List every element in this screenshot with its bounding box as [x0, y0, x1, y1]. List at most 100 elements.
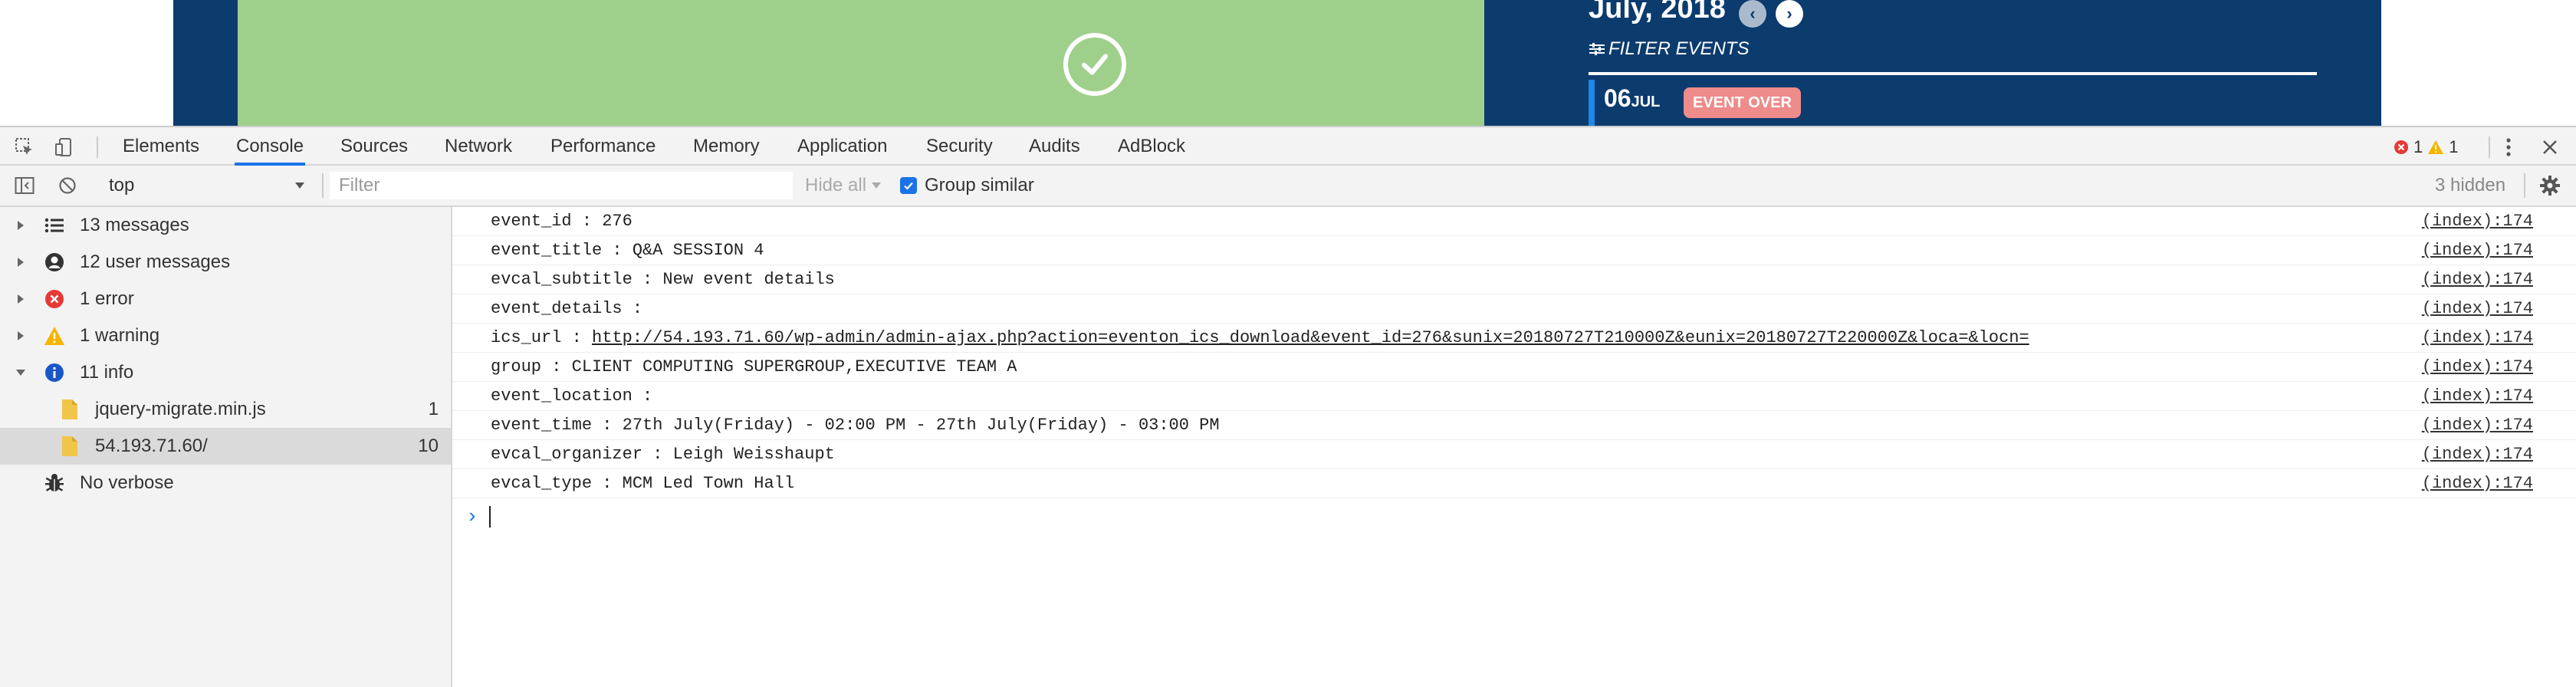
console-message-text: event_time : 27th July(Friday) - 02:00 P…: [491, 416, 1220, 435]
log-level-label: Hide all: [805, 175, 867, 196]
console-message: evcal_organizer : Leigh Weisshaupt (inde…: [452, 440, 2576, 469]
calendar-banner: [173, 0, 2381, 126]
devtools-tab-bar: Elements Console Sources Network Perform…: [0, 126, 2576, 166]
expand-arrow-icon: [15, 257, 26, 268]
device-toolbar-icon[interactable]: [52, 135, 77, 159]
sidebar-item-label: 1 warning: [80, 325, 160, 346]
event-date: 06JUL: [1604, 84, 1660, 113]
inspect-element-icon[interactable]: [12, 135, 37, 159]
sidebar-item-info[interactable]: 11 info: [0, 354, 451, 391]
toolbar-divider: [2489, 136, 2490, 158]
caret-down-icon: [295, 182, 304, 189]
sidebar-item-label: 54.193.71.60/: [95, 436, 208, 456]
file-icon: [58, 398, 81, 421]
console-message: event_location : (index):174: [452, 382, 2576, 411]
console-toolbar: top Hide all Group similar 3 hidden: [0, 166, 2576, 207]
filter-input[interactable]: [330, 172, 793, 199]
close-icon[interactable]: [2538, 135, 2562, 159]
expand-arrow-icon: [15, 330, 26, 341]
toolbar-divider: [2524, 173, 2525, 198]
tab-sources[interactable]: Sources: [339, 127, 409, 166]
sidebar-item-label: 13 messages: [80, 215, 189, 235]
sidebar-item-user-messages[interactable]: 12 user messages: [0, 244, 451, 281]
tab-memory[interactable]: Memory: [692, 127, 761, 166]
chevron-left-icon: ‹: [1750, 4, 1756, 23]
sidebar-item-messages[interactable]: 13 messages: [0, 207, 451, 244]
more-options-icon[interactable]: [2496, 135, 2521, 159]
filter-events-link[interactable]: FILTER EVENTS: [1589, 38, 1750, 60]
success-panel: [238, 0, 1484, 126]
checkbox-checked-icon: [900, 177, 917, 194]
sidebar-item-verbose[interactable]: No verbose: [0, 465, 451, 501]
tab-application[interactable]: Application: [796, 127, 889, 166]
console-message: evcal_type : MCM Led Town Hall (index):1…: [452, 469, 2576, 498]
console-message: event_title : Q&A SESSION 4 (index):174: [452, 236, 2576, 265]
event-status-badge: EVENT OVER: [1684, 87, 1801, 118]
error-icon: [43, 288, 66, 311]
source-link[interactable]: (index):174: [2422, 241, 2533, 260]
source-link[interactable]: (index):174: [2422, 328, 2533, 347]
sidebar-toggle-icon[interactable]: [12, 173, 37, 198]
console-message-text: event_details :: [491, 299, 653, 318]
source-link[interactable]: (index):174: [2422, 474, 2533, 493]
warning-icon: [43, 324, 66, 347]
source-link[interactable]: (index):174: [2422, 212, 2533, 231]
sidebar-item-jquery-migrate[interactable]: jquery-migrate.min.js 1: [0, 391, 451, 428]
source-link[interactable]: (index):174: [2422, 445, 2533, 464]
calendar-next-button[interactable]: ›: [1776, 0, 1803, 28]
console-message: group : CLIENT COMPUTING SUPERGROUP,EXEC…: [452, 353, 2576, 382]
context-selector-value: top: [109, 175, 135, 196]
sidebar-item-label: 1 error: [80, 288, 134, 309]
console-input-caret[interactable]: [489, 506, 491, 528]
source-link[interactable]: (index):174: [2422, 270, 2533, 289]
calendar-prev-button[interactable]: ‹: [1739, 0, 1766, 28]
message-count: 1: [428, 399, 439, 419]
hidden-messages-count: 3 hidden: [2435, 175, 2506, 196]
group-similar-label: Group similar: [925, 175, 1034, 196]
console-log: event_id : 276 (index):174 event_title :…: [452, 207, 2576, 687]
expand-arrow-icon: [15, 294, 26, 304]
tab-console[interactable]: Console: [235, 127, 306, 166]
console-message-text: event_location :: [491, 386, 663, 406]
source-link[interactable]: (index):174: [2422, 386, 2533, 406]
bug-icon: [43, 472, 66, 495]
message-count: 10: [418, 436, 439, 456]
log-level-dropdown[interactable]: Hide all: [805, 173, 882, 198]
filter-events-label: FILTER EVENTS: [1608, 38, 1750, 59]
tab-audits[interactable]: Audits: [1027, 127, 1082, 166]
gear-icon[interactable]: [2538, 173, 2562, 198]
console-message-key: ics_url :: [491, 328, 593, 347]
context-selector[interactable]: top: [100, 173, 311, 198]
ics-url-link[interactable]: http://54.193.71.60/wp-admin/admin-ajax.…: [592, 328, 2029, 347]
console-message-text: group : CLIENT COMPUTING SUPERGROUP,EXEC…: [491, 357, 1017, 376]
issue-counts[interactable]: 1 1: [2394, 135, 2459, 159]
sidebar-item-host[interactable]: 54.193.71.60/ 10: [0, 428, 451, 465]
sidebar-item-warnings[interactable]: 1 warning: [0, 317, 451, 354]
sidebar-item-errors[interactable]: 1 error: [0, 281, 451, 317]
collapse-arrow-icon: [15, 369, 26, 376]
user-icon: [43, 251, 66, 274]
group-similar-checkbox[interactable]: Group similar: [900, 173, 1034, 198]
tab-performance[interactable]: Performance: [549, 127, 657, 166]
info-icon: [43, 361, 66, 384]
event-day: 06: [1604, 84, 1631, 112]
tab-elements[interactable]: Elements: [121, 127, 201, 166]
caret-down-icon: [872, 182, 882, 189]
warning-icon: [2428, 140, 2444, 154]
checkmark-icon: [1063, 33, 1126, 96]
tab-adblock[interactable]: AdBlock: [1116, 127, 1187, 166]
divider: [1589, 72, 2317, 75]
source-link[interactable]: (index):174: [2422, 416, 2533, 435]
source-link[interactable]: (index):174: [2422, 299, 2533, 318]
clear-console-icon[interactable]: [55, 173, 80, 198]
page-preview: July, 2018 ‹ › FILTER EVENTS 06JUL EVENT…: [0, 0, 2576, 126]
source-link[interactable]: (index):174: [2422, 357, 2533, 376]
tab-security[interactable]: Security: [925, 127, 994, 166]
console-message-text: evcal_type : MCM Led Town Hall: [491, 474, 795, 493]
console-message: ics_url : http://54.193.71.60/wp-admin/a…: [452, 324, 2576, 353]
toolbar-divider: [322, 173, 324, 198]
console-message-text: evcal_subtitle : New event details: [491, 270, 835, 289]
tab-network[interactable]: Network: [443, 127, 514, 166]
warning-count: 1: [2449, 137, 2459, 156]
console-prompt[interactable]: ›: [452, 501, 2576, 532]
